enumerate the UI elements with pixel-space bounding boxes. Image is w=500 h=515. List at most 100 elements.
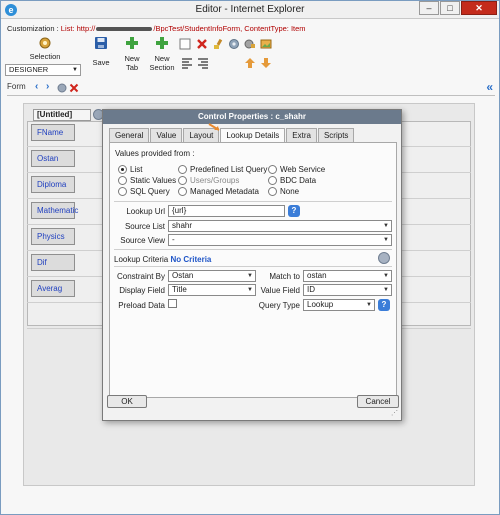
radio-icon: [268, 187, 277, 197]
settings-gear-icon[interactable]: [228, 38, 240, 50]
move-up-icon[interactable]: [244, 57, 256, 69]
radio-sql-query[interactable]: SQL Query: [118, 187, 170, 197]
align-right-icon[interactable]: [197, 57, 209, 69]
save-icon: [95, 37, 107, 49]
selection-label: Selection: [29, 52, 61, 61]
radio-metadata-label: Managed Metadata: [190, 187, 259, 196]
tab-lookup-details[interactable]: Lookup Details: [220, 128, 286, 143]
constraint-by-label: Constraint By: [116, 272, 165, 281]
constraint-by-select[interactable]: Ostan ▼: [168, 270, 256, 282]
radio-managed-metadata[interactable]: Managed Metadata: [178, 187, 259, 197]
field-label-fname[interactable]: FName: [31, 124, 75, 141]
radio-list-label: List: [130, 165, 143, 174]
brush-icon[interactable]: [212, 38, 224, 50]
tab-settings-icon[interactable]: [57, 83, 67, 93]
preload-data-label: Preload Data: [118, 301, 165, 310]
window-controls: – □ ✕: [418, 1, 497, 15]
field-label-dif[interactable]: Dif: [31, 254, 75, 271]
new-tab-button[interactable]: New Tab: [119, 36, 145, 72]
move-down-icon[interactable]: [260, 57, 272, 69]
section-title-text: [Untitled]: [37, 110, 73, 119]
new-section-label-1: New: [154, 54, 170, 63]
previous-tab-icon[interactable]: ‹: [35, 81, 38, 92]
radio-list[interactable]: List: [118, 165, 143, 175]
value-field-select[interactable]: ID ▼: [303, 284, 392, 296]
help-icon[interactable]: ?: [288, 205, 300, 217]
plus-icon: [156, 37, 168, 49]
remove-tab-icon[interactable]: [69, 83, 79, 93]
customization-list-suffix: /BpcTest/StudentInfoForm, ContentType: I…: [153, 24, 306, 33]
field-label-averag[interactable]: Averag: [31, 280, 75, 297]
chevron-down-icon: ▼: [383, 237, 389, 243]
collapse-panel-icon[interactable]: «: [486, 80, 493, 94]
chevron-down-icon: ▼: [383, 287, 389, 293]
radio-bdc-data[interactable]: BDC Data: [268, 176, 317, 186]
lookup-url-input[interactable]: {url}: [168, 205, 285, 217]
delete-icon[interactable]: [196, 38, 208, 50]
save-button[interactable]: Save: [89, 36, 113, 67]
selection-button[interactable]: Selection: [23, 36, 67, 61]
display-field-select[interactable]: Title ▼: [168, 284, 256, 296]
mode-select[interactable]: DESIGNER ▼: [5, 64, 81, 76]
radio-bdc-label: BDC Data: [280, 176, 317, 185]
resize-grip-icon[interactable]: ⋰: [391, 409, 398, 417]
field-label-mathematic[interactable]: Mathematic: [31, 202, 78, 219]
field-label-diploma[interactable]: Diploma: [31, 176, 75, 193]
field-label-physics[interactable]: Physics: [31, 228, 75, 245]
preload-data-checkbox[interactable]: [168, 299, 177, 308]
radio-sql-label: SQL Query: [130, 187, 170, 196]
tab-value[interactable]: Value: [150, 128, 183, 142]
no-criteria-link[interactable]: No Criteria: [170, 255, 211, 264]
radio-predefined-label: Predefined List Query: [190, 165, 268, 174]
source-view-value: -: [172, 235, 175, 244]
lookup-criteria-label: Lookup Criteria: [114, 255, 169, 264]
tab-extra[interactable]: Extra: [286, 128, 317, 142]
source-view-select[interactable]: - ▼: [168, 234, 392, 246]
radio-web-service[interactable]: Web Service: [268, 165, 325, 175]
properties-gear-icon[interactable]: [244, 38, 256, 50]
minimize-button[interactable]: –: [419, 1, 439, 15]
image-icon[interactable]: [260, 38, 272, 50]
source-list-value: shahr: [172, 221, 193, 230]
radio-predefined-list-query[interactable]: Predefined List Query: [178, 165, 268, 175]
new-section-button[interactable]: New Section: [147, 36, 177, 72]
query-type-value: Lookup: [307, 300, 334, 309]
mode-select-value: DESIGNER: [9, 65, 49, 74]
radio-icon: [118, 187, 127, 197]
dialog-title: Control Properties : c_shahr: [103, 110, 401, 124]
cancel-button[interactable]: Cancel: [357, 395, 399, 408]
radio-icon: [268, 165, 277, 175]
form-tab-bar: Form ‹ › «: [7, 80, 495, 96]
radio-static-values[interactable]: Static Values: [118, 176, 176, 186]
ie-window: e Editor - Internet Explorer – □ ✕ Custo…: [0, 0, 500, 515]
match-to-select[interactable]: ostan ▼: [303, 270, 392, 282]
values-provided-label: Values provided from :: [115, 149, 195, 158]
checkbox-tool-icon[interactable]: [179, 38, 191, 50]
tab-form[interactable]: Form: [7, 82, 26, 91]
maximize-button[interactable]: □: [440, 1, 460, 15]
source-list-select[interactable]: shahr ▼: [168, 220, 392, 232]
display-field-value: Title: [172, 285, 187, 294]
query-type-label: Query Type: [258, 301, 300, 310]
align-left-icon[interactable]: [181, 57, 193, 69]
tab-scripts[interactable]: Scripts: [317, 128, 355, 142]
radio-selected-icon: [118, 165, 127, 175]
customization-info: Customization : List: http:// /BpcTest/St…: [7, 24, 306, 33]
title-bar: e Editor - Internet Explorer – □ ✕: [1, 1, 499, 19]
help-icon[interactable]: ?: [378, 299, 390, 311]
control-properties-dialog: Control Properties : c_shahr General Val…: [102, 109, 402, 421]
new-tab-label-1: New: [124, 54, 140, 63]
source-list-label: Source List: [124, 222, 165, 231]
match-to-label: Match to: [269, 272, 300, 281]
next-tab-icon[interactable]: ›: [46, 81, 49, 92]
query-type-select[interactable]: Lookup ▼: [303, 299, 375, 311]
save-label: Save: [92, 58, 110, 67]
close-window-button[interactable]: ✕: [461, 1, 497, 15]
section-title[interactable]: [Untitled]: [33, 109, 104, 121]
tab-general[interactable]: General: [109, 128, 150, 142]
ok-button[interactable]: OK: [107, 395, 147, 408]
radio-none[interactable]: None: [268, 187, 299, 197]
new-section-label-2: Section: [149, 63, 175, 72]
criteria-settings-icon[interactable]: [378, 252, 390, 264]
field-label-ostan[interactable]: Ostan: [31, 150, 75, 167]
